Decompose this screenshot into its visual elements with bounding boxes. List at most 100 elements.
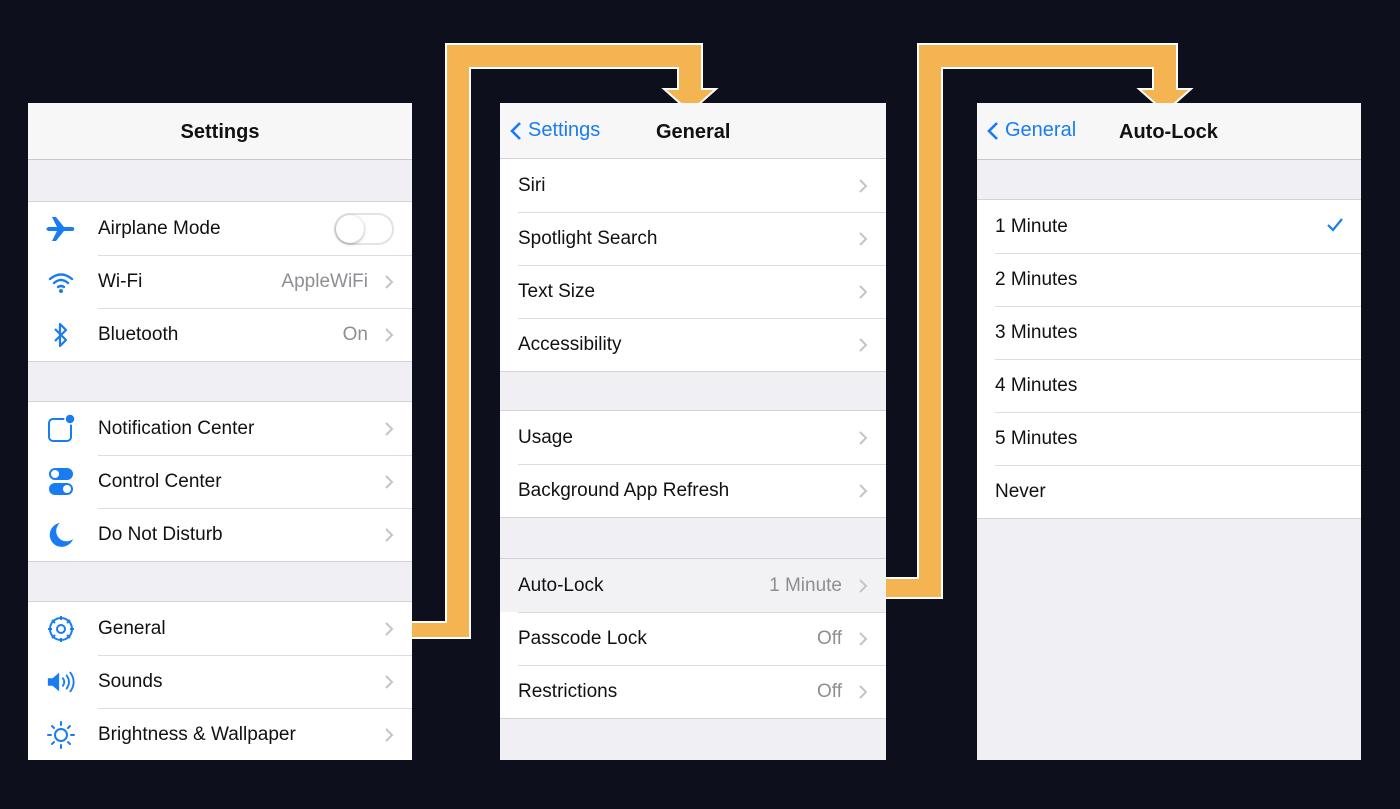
notification-center-icon [46, 414, 76, 443]
chevron-right-icon [859, 484, 868, 498]
airplane-mode-row[interactable]: Airplane Mode [28, 202, 412, 255]
text-size-label: Text Size [518, 280, 596, 302]
accessibility-row[interactable]: Accessibility [500, 318, 886, 371]
auto-lock-option-1-minute[interactable]: 1 Minute [977, 200, 1361, 253]
auto-lock-label: Auto-Lock [518, 574, 604, 596]
restrictions-value: Off [817, 680, 842, 702]
auto-lock-option-4-minutes[interactable]: 4 Minutes [977, 359, 1361, 412]
siri-label: Siri [518, 174, 546, 196]
passcode-lock-label: Passcode Lock [518, 627, 647, 649]
background-app-refresh-label: Background App Refresh [518, 479, 730, 501]
background-app-refresh-row[interactable]: Background App Refresh [500, 464, 886, 517]
brightness-icon [46, 721, 76, 749]
chevron-right-icon [859, 579, 868, 593]
bluetooth-icon [46, 321, 76, 349]
control-center-row[interactable]: Control Center [28, 455, 412, 508]
option-label: 1 Minute [995, 215, 1068, 237]
spotlight-search-label: Spotlight Search [518, 227, 658, 249]
auto-lock-screen: General Auto-Lock 1 Minute 2 Minutes 3 M… [977, 103, 1361, 760]
chevron-right-icon [385, 728, 394, 742]
control-center-label: Control Center [98, 470, 222, 492]
settings-navbar: Settings [28, 103, 412, 160]
airplane-icon [46, 215, 76, 243]
option-label: 3 Minutes [995, 321, 1078, 343]
auto-lock-title: Auto-Lock [1119, 121, 1218, 143]
option-label: Never [995, 480, 1046, 502]
sounds-label: Sounds [98, 670, 163, 692]
wifi-row[interactable]: Wi-Fi AppleWiFi [28, 255, 412, 308]
do-not-disturb-row[interactable]: Do Not Disturb [28, 508, 412, 561]
settings-group-connectivity: Airplane Mode Wi-Fi AppleWiFi Bluetooth … [28, 201, 412, 362]
speaker-icon [46, 668, 76, 696]
option-label: 2 Minutes [995, 268, 1078, 290]
chevron-right-icon [859, 232, 868, 246]
settings-screen: Settings Airplane Mode Wi-Fi AppleWiFi B… [28, 103, 412, 760]
auto-lock-row[interactable]: Auto-Lock 1 Minute [500, 559, 886, 612]
wifi-value: AppleWiFi [281, 270, 368, 292]
auto-lock-navbar: General Auto-Lock [977, 103, 1361, 160]
chevron-right-icon [385, 622, 394, 636]
chevron-right-icon [385, 475, 394, 489]
chevron-right-icon [385, 675, 394, 689]
general-title: General [656, 121, 731, 143]
general-screen: Settings General Siri Spotlight Search T… [500, 103, 886, 760]
back-to-general-button[interactable]: General [987, 119, 1076, 142]
control-center-icon [46, 468, 76, 496]
bluetooth-label: Bluetooth [98, 323, 179, 345]
bluetooth-value: On [342, 323, 368, 345]
auto-lock-option-5-minutes[interactable]: 5 Minutes [977, 412, 1361, 465]
option-label: 5 Minutes [995, 427, 1078, 449]
settings-group-general: General Sounds Brightness & Wallpaper [28, 601, 412, 760]
chevron-right-icon [859, 431, 868, 445]
chevron-right-icon [859, 685, 868, 699]
sounds-row[interactable]: Sounds [28, 655, 412, 708]
chevron-right-icon [859, 632, 868, 646]
auto-lock-option-3-minutes[interactable]: 3 Minutes [977, 306, 1361, 359]
chevron-right-icon [385, 328, 394, 342]
auto-lock-option-2-minutes[interactable]: 2 Minutes [977, 253, 1361, 306]
usage-row[interactable]: Usage [500, 411, 886, 464]
general-group-usage: Usage Background App Refresh [500, 410, 886, 518]
bluetooth-row[interactable]: Bluetooth On [28, 308, 412, 361]
chevron-left-icon [510, 121, 521, 140]
restrictions-label: Restrictions [518, 680, 618, 702]
back-to-settings-button[interactable]: Settings [510, 119, 600, 142]
moon-icon [46, 521, 76, 549]
restrictions-row[interactable]: Restrictions Off [500, 665, 886, 718]
brightness-wallpaper-label: Brightness & Wallpaper [98, 723, 296, 745]
brightness-wallpaper-row[interactable]: Brightness & Wallpaper [28, 708, 412, 760]
chevron-right-icon [385, 422, 394, 436]
general-row[interactable]: General [28, 602, 412, 655]
chevron-left-icon [987, 121, 998, 140]
spotlight-search-row[interactable]: Spotlight Search [500, 212, 886, 265]
airplane-mode-toggle[interactable] [334, 213, 394, 245]
notification-center-label: Notification Center [98, 417, 255, 439]
general-navbar: Settings General [500, 103, 886, 160]
settings-group-centers: Notification Center Control Center Do No… [28, 401, 412, 562]
chevron-right-icon [859, 179, 868, 193]
wifi-label: Wi-Fi [98, 270, 143, 292]
wifi-icon [46, 268, 76, 296]
checkmark-icon [1327, 218, 1343, 232]
passcode-lock-row[interactable]: Passcode Lock Off [500, 612, 886, 665]
option-label: 4 Minutes [995, 374, 1078, 396]
accessibility-label: Accessibility [518, 333, 622, 355]
text-size-row[interactable]: Text Size [500, 265, 886, 318]
airplane-mode-label: Airplane Mode [98, 217, 221, 239]
auto-lock-option-never[interactable]: Never [977, 465, 1361, 518]
notification-center-row[interactable]: Notification Center [28, 402, 412, 455]
auto-lock-options: 1 Minute 2 Minutes 3 Minutes 4 Minutes 5… [977, 199, 1361, 519]
general-group-lock: Auto-Lock 1 Minute Passcode Lock Off Res… [500, 558, 886, 719]
gear-icon [46, 615, 76, 643]
general-group-siri: Siri Spotlight Search Text Size Accessib… [500, 158, 886, 372]
siri-row[interactable]: Siri [500, 159, 886, 212]
passcode-lock-value: Off [817, 627, 842, 649]
settings-title: Settings [180, 121, 260, 143]
chevron-right-icon [385, 528, 394, 542]
do-not-disturb-label: Do Not Disturb [98, 523, 223, 545]
back-label: Settings [528, 119, 601, 141]
general-label: General [98, 617, 166, 639]
chevron-right-icon [859, 338, 868, 352]
usage-label: Usage [518, 426, 573, 448]
chevron-right-icon [859, 285, 868, 299]
